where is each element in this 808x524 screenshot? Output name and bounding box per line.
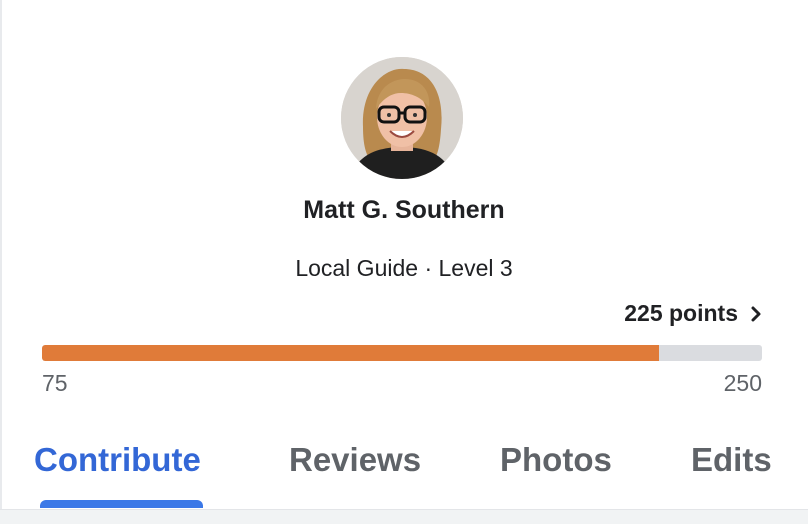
chevron-right-icon (751, 306, 761, 321)
local-guide-profile-card: Matt G. Southern Local Guide · Level 3 2… (0, 0, 808, 524)
progress-max-label: 250 (723, 370, 762, 396)
points-label: 225 points (624, 300, 738, 326)
active-tab-indicator (40, 500, 203, 508)
profile-subtitle: Local Guide · Level 3 (295, 255, 513, 281)
avatar[interactable] (341, 57, 463, 179)
tab-edits[interactable]: Edits (691, 441, 772, 479)
bottom-divider (0, 509, 808, 524)
level-progress-bar (42, 345, 762, 361)
tab-contribute[interactable]: Contribute (34, 441, 201, 479)
level-progress-fill (42, 345, 660, 361)
tab-photos[interactable]: Photos (500, 441, 612, 479)
points-link[interactable]: 225 points (624, 300, 764, 327)
tab-reviews[interactable]: Reviews (289, 441, 421, 479)
progress-min-label: 75 (42, 370, 68, 396)
user-photo-icon (341, 57, 463, 179)
profile-name: Matt G. Southern (303, 196, 505, 224)
